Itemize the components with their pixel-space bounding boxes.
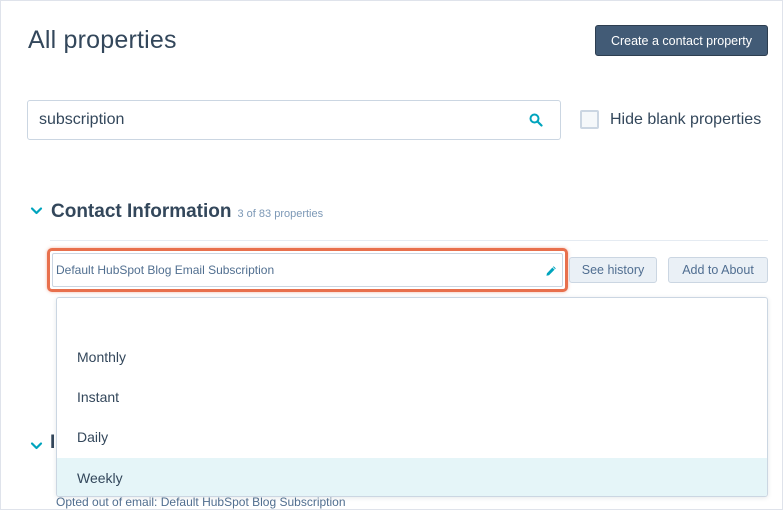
- next-section-property-text: Opted out of email: Default HubSpot Blog…: [56, 495, 346, 509]
- next-section-title: I: [50, 432, 56, 453]
- section-divider: [50, 240, 768, 241]
- add-to-about-button[interactable]: Add to About: [668, 257, 768, 283]
- search-input-value: subscription: [39, 111, 125, 128]
- search-input[interactable]: subscription: [27, 100, 561, 140]
- hide-blank-properties-checkbox[interactable]: [580, 110, 599, 129]
- dropdown-option-empty[interactable]: [57, 298, 767, 338]
- dropdown-option-instant[interactable]: Instant: [57, 377, 767, 417]
- dropdown-option-monthly[interactable]: Monthly: [57, 337, 767, 377]
- section-header-contact-information[interactable]: Contact Information 3 of 83 properties: [30, 201, 323, 223]
- pencil-icon[interactable]: [545, 265, 557, 277]
- page-title: All properties: [28, 26, 177, 54]
- search-icon[interactable]: [529, 113, 543, 127]
- create-contact-property-button[interactable]: Create a contact property: [595, 25, 768, 56]
- chevron-down-icon[interactable]: [30, 441, 43, 451]
- hide-blank-properties-label: Hide blank properties: [610, 110, 762, 128]
- section-title: Contact Information: [51, 201, 232, 222]
- property-select-field[interactable]: Default HubSpot Blog Email Subscription: [52, 253, 563, 287]
- section-property-count: 3 of 83 properties: [237, 208, 324, 220]
- hide-blank-properties-toggle[interactable]: Hide blank properties: [580, 110, 761, 129]
- property-field-highlight[interactable]: Default HubSpot Blog Email Subscription: [47, 248, 568, 292]
- property-options-dropdown[interactable]: Monthly Instant Daily Weekly: [56, 297, 768, 497]
- dropdown-option-weekly[interactable]: Weekly: [57, 458, 767, 496]
- dropdown-option-daily[interactable]: Daily: [57, 417, 767, 457]
- chevron-down-icon[interactable]: [30, 206, 43, 216]
- see-history-button[interactable]: See history: [569, 257, 657, 283]
- property-label: Default HubSpot Blog Email Subscription: [56, 263, 275, 277]
